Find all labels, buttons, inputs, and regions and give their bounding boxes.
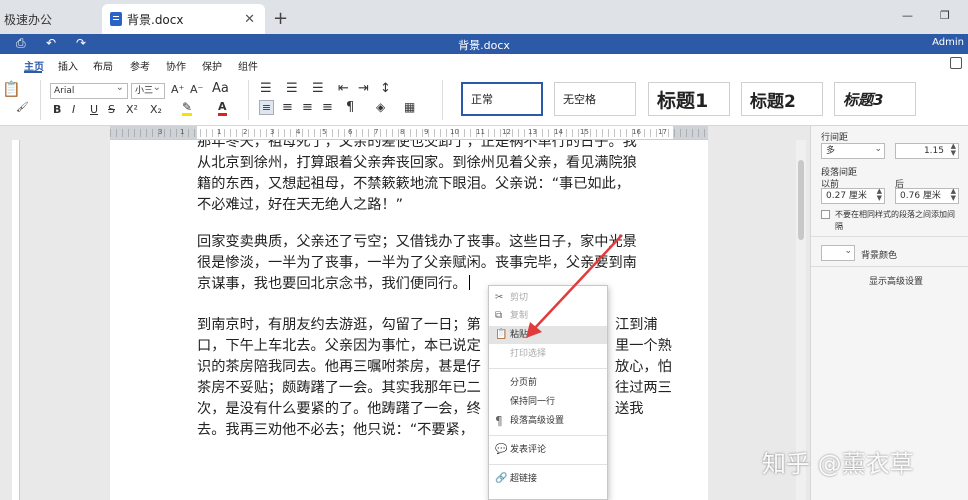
no-space-checkbox-label: 不要在相同样式的段落之间添加间 [835, 210, 955, 219]
divider [811, 236, 968, 237]
chevron-down-icon: ⌄ [844, 246, 852, 256]
spacing-after-input[interactable]: 0.76 厘米 ▲ ▼ [895, 188, 959, 204]
chevron-down-icon: ⌄ [874, 144, 882, 154]
arrow-shaft [533, 234, 623, 330]
background-color-picker[interactable]: ⌄ [821, 245, 855, 261]
spacing-before-input[interactable]: 0.27 厘米 ▲ ▼ [821, 188, 885, 204]
line-spacing-label: 行间距 [821, 133, 849, 143]
line-spacing-value: 1.15 [923, 146, 944, 156]
line-spacing-value-input[interactable]: 1.15 ▲ ▼ [895, 143, 959, 159]
show-advanced-settings-link[interactable]: 显示高级设置 [869, 274, 923, 287]
spacing-before-value: 0.27 厘米 [826, 191, 867, 201]
divider [811, 266, 968, 267]
line-spacing-type-select[interactable]: 多 ⌄ [821, 143, 885, 159]
no-space-checkbox-label-wrap: 隔 [835, 222, 843, 231]
spinner-icon[interactable]: ▲ ▼ [951, 188, 956, 202]
watermark: 知乎 @薰衣草 [762, 450, 914, 478]
spacing-after-value: 0.76 厘米 [900, 191, 941, 201]
spinner-icon[interactable]: ▲ ▼ [877, 188, 882, 202]
no-space-same-style-checkbox[interactable] [821, 210, 830, 219]
spinner-icon[interactable]: ▲ ▼ [951, 143, 956, 157]
background-color-label: 背景颜色 [861, 251, 898, 261]
line-spacing-type-value: 多 [826, 146, 836, 156]
